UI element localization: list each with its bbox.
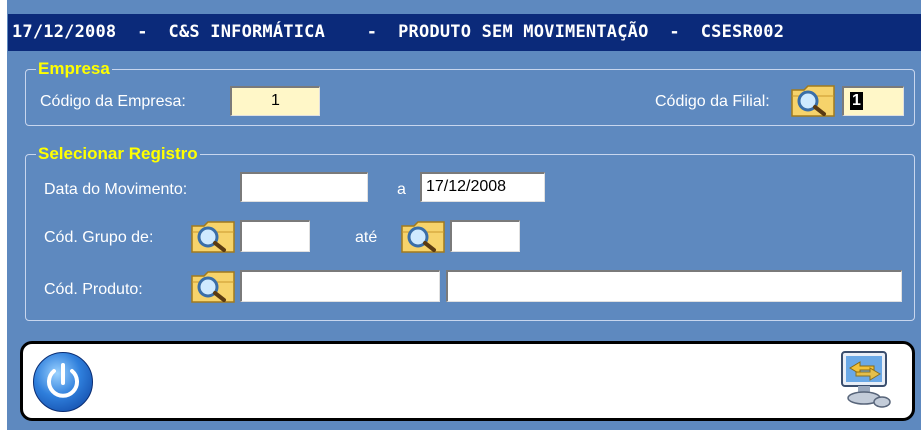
filial-lookup-button[interactable]: [790, 82, 836, 118]
produto-desc-field[interactable]: [446, 270, 902, 302]
grupo-to-field[interactable]: [450, 220, 520, 252]
grupo-to-lookup-button[interactable]: [400, 218, 446, 254]
empresa-legend: Empresa: [36, 59, 112, 79]
codigo-filial-field[interactable]: 1: [842, 86, 904, 116]
data-movimento-to-field[interactable]: 17/12/2008: [420, 172, 545, 202]
grupo-label: Cód. Grupo de:: [44, 229, 154, 246]
a-label: a: [397, 181, 406, 198]
monitor-exchange-button[interactable]: [836, 348, 894, 410]
title-bar: 17/12/2008 - C&S INFORMÁTICA - PRODUTO S…: [8, 14, 921, 51]
data-movimento-from-field[interactable]: [240, 172, 368, 202]
produto-lookup-button[interactable]: [190, 268, 236, 304]
produto-code-field[interactable]: [240, 270, 440, 302]
grupo-from-field[interactable]: [240, 220, 310, 252]
grupo-from-lookup-button[interactable]: [190, 218, 236, 254]
power-icon: [47, 363, 79, 398]
ate-label: até: [355, 229, 378, 246]
codigo-filial-value: 1: [850, 92, 863, 110]
left-edge: [0, 0, 7, 430]
codigo-empresa-label: Código da Empresa:: [40, 93, 186, 110]
selecionar-legend: Selecionar Registro: [36, 144, 200, 164]
window-title: 17/12/2008 - C&S INFORMÁTICA - PRODUTO S…: [12, 22, 785, 42]
data-movimento-label: Data do Movimento:: [44, 181, 188, 198]
codigo-empresa-field[interactable]: 1: [230, 86, 320, 116]
produto-label: Cód. Produto:: [44, 281, 143, 298]
action-toolbar: [20, 341, 915, 421]
codigo-filial-label: Código da Filial:: [655, 93, 770, 110]
power-button[interactable]: [33, 352, 93, 412]
